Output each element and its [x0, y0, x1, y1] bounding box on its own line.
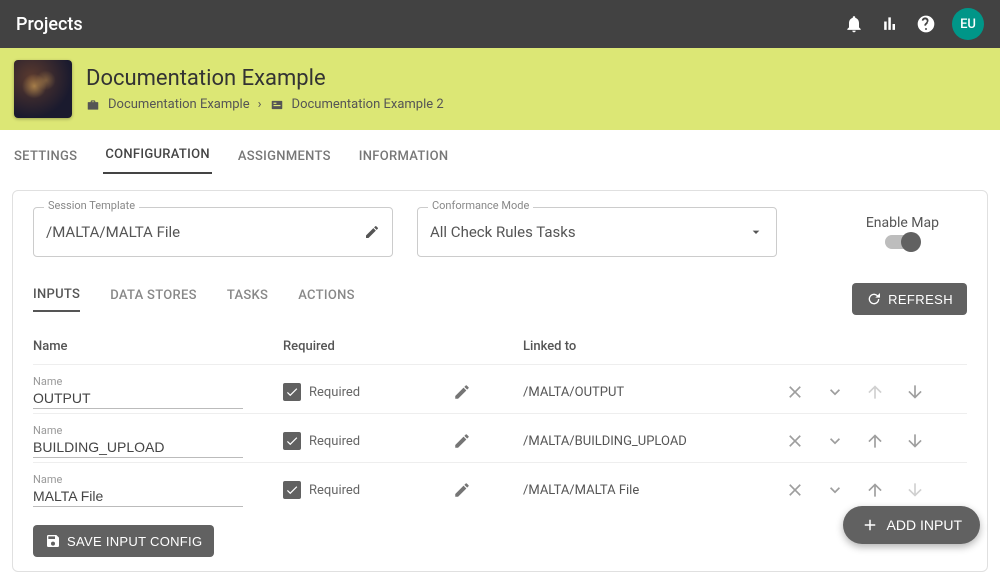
edit-row-icon[interactable] — [453, 481, 471, 499]
session-template-field[interactable]: Session Template /MALTA/MALTA File — [33, 207, 393, 257]
analytics-icon[interactable] — [872, 6, 908, 42]
topbar: Projects EU — [0, 0, 1000, 48]
subtab-inputs[interactable]: INPUTS — [33, 287, 80, 312]
refresh-icon — [866, 291, 882, 307]
config-card: Session Template /MALTA/MALTA File Confo… — [12, 190, 988, 572]
help-icon[interactable] — [908, 6, 944, 42]
tab-assignments[interactable]: ASSIGNMENTS — [236, 149, 333, 174]
session-template-label: Session Template — [44, 199, 139, 212]
required-checkbox[interactable] — [283, 383, 301, 401]
input-name-field[interactable] — [33, 388, 243, 409]
col-required: Required — [283, 339, 453, 354]
table-row: Name Required/MALTA/BUILDING_UPLOAD — [33, 413, 967, 462]
add-input-button[interactable]: ADD INPUT — [843, 506, 980, 544]
required-checkbox[interactable] — [283, 432, 301, 450]
project-banner: Documentation Example Documentation Exam… — [0, 48, 1000, 130]
chevron-right-icon: › — [258, 97, 262, 112]
breadcrumb: Documentation Example › Documentation Ex… — [86, 97, 444, 112]
move-up-button — [863, 380, 887, 404]
caret-down-icon[interactable] — [748, 224, 764, 240]
topbar-title: Projects — [16, 14, 83, 35]
expand-row-button[interactable] — [823, 429, 847, 453]
page-title: Documentation Example — [86, 66, 444, 91]
tab-settings[interactable]: SETTINGS — [12, 149, 79, 174]
required-label: Required — [309, 385, 360, 400]
tab-information[interactable]: INFORMATION — [357, 149, 451, 174]
move-down-button[interactable] — [903, 429, 927, 453]
expand-row-button[interactable] — [823, 478, 847, 502]
breadcrumb-level-2[interactable]: Documentation Example 2 — [292, 97, 444, 112]
avatar[interactable]: EU — [952, 8, 984, 40]
main-tabs: SETTINGS CONFIGURATION ASSIGNMENTS INFOR… — [0, 130, 1000, 174]
session-template-value: /MALTA/MALTA File — [46, 223, 364, 241]
move-up-button[interactable] — [863, 478, 887, 502]
tab-configuration[interactable]: CONFIGURATION — [103, 147, 212, 174]
subtab-data-stores[interactable]: DATA STORES — [110, 288, 197, 311]
input-name-field[interactable] — [33, 437, 243, 458]
delete-row-button[interactable] — [783, 380, 807, 404]
expand-row-button[interactable] — [823, 380, 847, 404]
input-name-field[interactable] — [33, 486, 243, 507]
save-icon — [45, 533, 61, 549]
move-down-button[interactable] — [903, 380, 927, 404]
required-label: Required — [309, 434, 360, 449]
plus-icon — [861, 516, 879, 534]
save-input-config-button[interactable]: SAVE INPUT CONFIG — [33, 525, 214, 557]
col-name: Name — [33, 339, 283, 354]
enable-map-label: Enable Map — [866, 215, 939, 231]
linked-to-value: /MALTA/BUILDING_UPLOAD — [523, 434, 783, 449]
input-name-label: Name — [33, 473, 283, 486]
input-name-label: Name — [33, 424, 283, 437]
refresh-button[interactable]: REFRESH — [852, 283, 967, 315]
subtab-actions[interactable]: ACTIONS — [298, 288, 355, 311]
edit-row-icon[interactable] — [453, 383, 471, 401]
notifications-icon[interactable] — [836, 6, 872, 42]
input-name-label: Name — [33, 375, 283, 388]
briefcase-icon — [86, 98, 100, 112]
enable-map-toggle[interactable] — [885, 235, 919, 249]
card-icon — [270, 98, 284, 112]
col-linked-to: Linked to — [523, 339, 783, 354]
delete-row-button[interactable] — [783, 429, 807, 453]
move-down-button — [903, 478, 927, 502]
breadcrumb-level-1[interactable]: Documentation Example — [108, 97, 250, 112]
linked-to-value: /MALTA/OUTPUT — [523, 385, 783, 400]
required-checkbox[interactable] — [283, 481, 301, 499]
project-thumbnail — [14, 60, 72, 118]
conformance-mode-field[interactable]: Conformance Mode All Check Rules Tasks — [417, 207, 777, 257]
edit-row-icon[interactable] — [453, 432, 471, 450]
delete-row-button[interactable] — [783, 478, 807, 502]
conformance-mode-label: Conformance Mode — [428, 199, 533, 212]
edit-icon[interactable] — [364, 224, 380, 240]
table-row: Name Required/MALTA/OUTPUT — [33, 364, 967, 413]
linked-to-value: /MALTA/MALTA File — [523, 483, 783, 498]
subtab-tasks[interactable]: TASKS — [227, 288, 268, 311]
move-up-button[interactable] — [863, 429, 887, 453]
required-label: Required — [309, 483, 360, 498]
table-row: Name Required/MALTA/MALTA File — [33, 462, 967, 511]
conformance-mode-value: All Check Rules Tasks — [430, 223, 748, 241]
